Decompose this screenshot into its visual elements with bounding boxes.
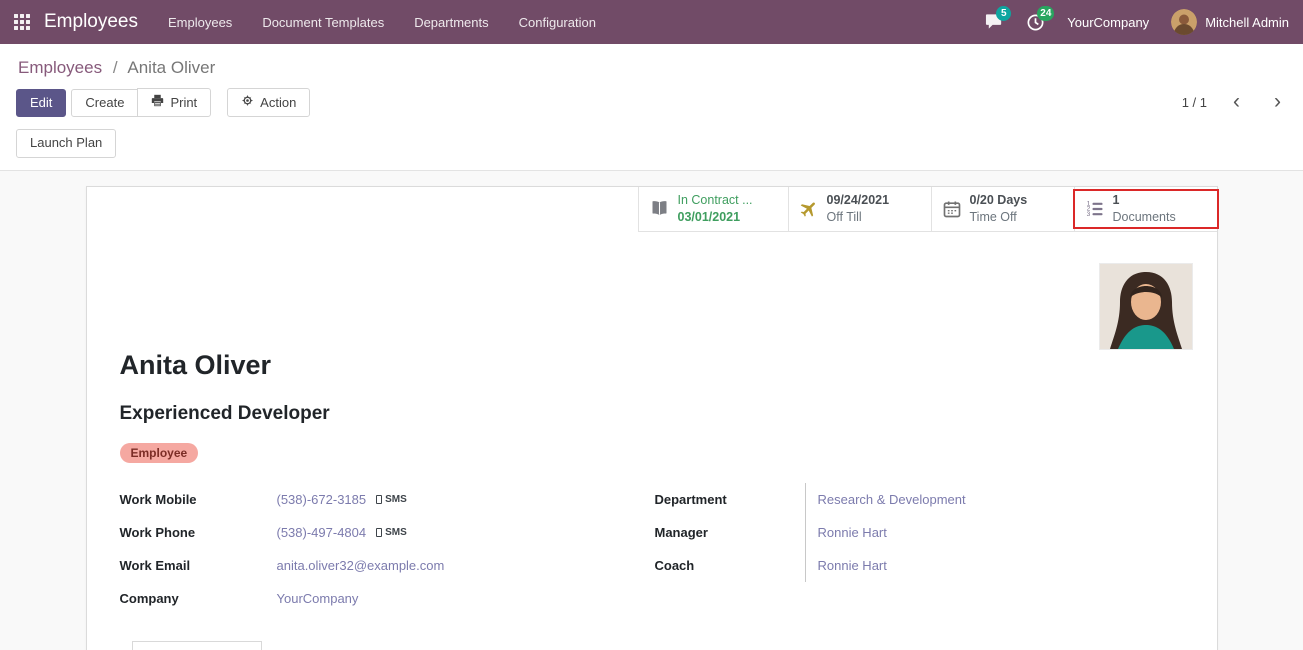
work-mobile-label: Work Mobile [120, 492, 277, 507]
action-button[interactable]: Action [227, 88, 310, 117]
documents-label: Documents [1113, 209, 1176, 225]
user-name: Mitchell Admin [1205, 15, 1289, 30]
field-row-manager: Manager Ronnie Hart [655, 516, 1192, 549]
left-field-group: Work Mobile (538)-672-3185 SMS Work Phon… [120, 483, 655, 615]
activities-icon[interactable]: 24 [1026, 13, 1045, 32]
printer-icon [151, 94, 164, 111]
menu-document-templates[interactable]: Document Templates [262, 11, 384, 34]
pager-next-icon[interactable]: › [1272, 93, 1283, 112]
off-till-date: 09/24/2021 [827, 192, 890, 208]
print-label: Print [170, 95, 197, 111]
svg-text:3: 3 [1086, 210, 1090, 217]
manager-label: Manager [655, 525, 805, 540]
button-row: Edit Create Print Action 1 / 1 ‹ › [16, 88, 1287, 117]
employee-name: Anita Oliver [120, 232, 1192, 381]
create-button[interactable]: Create [71, 89, 138, 117]
form-sheet: In Contract ... 03/01/2021 09/24/2021 Of… [86, 186, 1218, 650]
off-till-label: Off Till [827, 209, 890, 225]
pager-value: 1 / 1 [1182, 95, 1207, 110]
content-area: In Contract ... 03/01/2021 09/24/2021 Of… [0, 171, 1303, 650]
list-ol-icon: 123 [1085, 199, 1105, 219]
field-row-work-mobile: Work Mobile (538)-672-3185 SMS [120, 483, 655, 516]
field-row-department: Department Research & Development [655, 483, 1192, 516]
tab-hr-settings[interactable]: HR Settings [403, 641, 504, 650]
tab-private-information[interactable]: Private Information [262, 641, 403, 650]
top-navbar: Employees Employees Document Templates D… [0, 0, 1303, 44]
documents-count: 1 [1113, 192, 1176, 208]
employee-form: Anita Oliver Experienced Developer Emplo… [87, 232, 1217, 650]
off-till-stat-button[interactable]: 09/24/2021 Off Till [788, 187, 931, 232]
pager: 1 / 1 ‹ › [1182, 93, 1287, 112]
field-row-work-phone: Work Phone (538)-497-4804 SMS [120, 516, 655, 549]
app-title: Employees [44, 11, 138, 33]
breadcrumb-separator: / [113, 58, 118, 77]
work-phone-sms-link[interactable]: SMS [376, 527, 407, 538]
contract-stat-button[interactable]: In Contract ... 03/01/2021 [638, 187, 788, 232]
user-menu[interactable]: Mitchell Admin [1171, 9, 1289, 35]
secondary-button-row: Launch Plan [16, 129, 1287, 157]
breadcrumb-current: Anita Oliver [127, 58, 215, 77]
documents-stat-button[interactable]: 123 1 Documents [1074, 187, 1217, 232]
company-switcher[interactable]: YourCompany [1067, 15, 1149, 30]
control-panel: Employees / Anita Oliver Edit Create Pri… [0, 44, 1303, 171]
employee-job-title: Experienced Developer [120, 403, 1192, 425]
systray: 5 24 YourCompany Mitchell Admin [985, 9, 1289, 35]
department-label: Department [655, 492, 805, 507]
messages-badge: 5 [996, 6, 1011, 21]
plane-icon [799, 199, 819, 219]
apps-menu-icon[interactable] [14, 14, 30, 30]
action-label: Action [260, 95, 296, 111]
contract-date: 03/01/2021 [678, 209, 753, 225]
company-value[interactable]: YourCompany [277, 591, 359, 606]
coach-value[interactable]: Ronnie Hart [805, 549, 1192, 582]
work-phone-label: Work Phone [120, 525, 277, 540]
tab-work-information[interactable]: Work Information [132, 641, 263, 650]
department-value[interactable]: Research & Development [805, 483, 1192, 516]
sms-label: SMS [385, 527, 407, 538]
calendar-icon [942, 199, 962, 219]
time-off-days: 0/20 Days [970, 192, 1028, 208]
time-off-stat-button[interactable]: 0/20 Days Time Off [931, 187, 1074, 232]
manager-value[interactable]: Ronnie Hart [805, 516, 1192, 549]
menu-employees[interactable]: Employees [168, 11, 232, 34]
messages-icon[interactable]: 5 [985, 13, 1004, 31]
stat-button-bar: In Contract ... 03/01/2021 09/24/2021 Of… [87, 187, 1217, 232]
launch-plan-button[interactable]: Launch Plan [16, 129, 116, 157]
work-mobile-value[interactable]: (538)-672-3185 [277, 492, 367, 507]
mobile-phone-icon [376, 528, 382, 537]
work-mobile-sms-link[interactable]: SMS [376, 494, 407, 505]
notebook-tabs: Work Information Private Information HR … [120, 641, 1192, 650]
work-email-label: Work Email [120, 558, 277, 573]
tab-personal-documents[interactable]: Personal Documents [505, 641, 658, 650]
employee-photo [1100, 264, 1192, 349]
activities-badge: 24 [1037, 6, 1054, 21]
main-menu: Employees Document Templates Departments… [168, 11, 596, 34]
gear-icon [241, 94, 254, 111]
menu-departments[interactable]: Departments [414, 11, 488, 34]
print-button[interactable]: Print [137, 88, 211, 117]
work-email-value[interactable]: anita.oliver32@example.com [277, 558, 445, 573]
mobile-phone-icon [376, 495, 382, 504]
pager-previous-icon[interactable]: ‹ [1231, 93, 1242, 112]
coach-label: Coach [655, 558, 805, 573]
right-field-group: Department Research & Development Manage… [655, 483, 1192, 615]
field-row-company: Company YourCompany [120, 582, 655, 615]
field-row-coach: Coach Ronnie Hart [655, 549, 1192, 582]
company-label: Company [120, 591, 277, 606]
field-row-work-email: Work Email anita.oliver32@example.com [120, 549, 655, 582]
employee-tag: Employee [120, 443, 199, 463]
user-avatar [1171, 9, 1197, 35]
breadcrumb: Employees / Anita Oliver [18, 58, 1285, 78]
field-groups: Work Mobile (538)-672-3185 SMS Work Phon… [120, 483, 1192, 615]
breadcrumb-parent[interactable]: Employees [18, 58, 102, 77]
contract-status-text: In Contract ... [678, 192, 753, 208]
sms-label: SMS [385, 494, 407, 505]
book-icon [649, 198, 670, 219]
menu-configuration[interactable]: Configuration [519, 11, 596, 34]
time-off-label: Time Off [970, 209, 1028, 225]
work-phone-value[interactable]: (538)-497-4804 [277, 525, 367, 540]
edit-button[interactable]: Edit [16, 89, 66, 117]
